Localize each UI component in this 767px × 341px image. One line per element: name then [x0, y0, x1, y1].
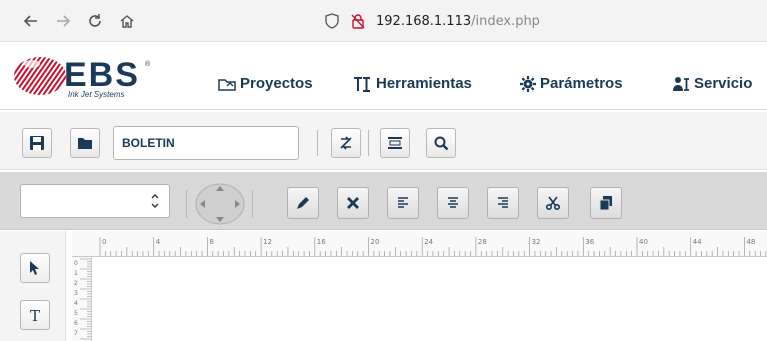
ruler-label: 4 — [156, 238, 161, 246]
arrow-left-icon — [23, 15, 37, 27]
svg-text:T: T — [30, 307, 40, 323]
ruler-label: 28 — [478, 238, 487, 246]
address-bar[interactable]: 192.168.1.113/index.php — [322, 6, 767, 36]
ruler-label: 2 — [74, 280, 78, 287]
ruler-label: 48 — [746, 238, 755, 246]
reload-icon — [89, 14, 101, 27]
svg-text:®: ® — [145, 60, 151, 68]
svg-text:EBS: EBS — [64, 56, 140, 94]
align-left-button[interactable] — [387, 187, 419, 219]
reload-button[interactable] — [82, 8, 108, 34]
toolbar-divider — [252, 190, 253, 218]
edit-pen-button[interactable] — [287, 187, 319, 219]
home-icon — [120, 15, 134, 28]
print-area-icon — [388, 137, 402, 149]
zoom-button[interactable] — [426, 128, 456, 158]
ruler-label: 0 — [74, 260, 78, 267]
project-name-value: BOLETIN — [122, 136, 175, 150]
text-icon: T — [30, 307, 40, 323]
horizontal-ruler: 0 4 8 12 16 20 24 28 32 36 40 44 48 — [72, 231, 767, 257]
print-area-button[interactable] — [380, 128, 410, 158]
ruler-label: 4 — [74, 300, 78, 307]
tools-icon — [352, 76, 372, 92]
open-folder-button[interactable] — [70, 128, 100, 158]
svg-text:Ink Jet Systems: Ink Jet Systems — [68, 90, 124, 99]
copy-icon — [599, 196, 612, 211]
ruler-label: 40 — [639, 238, 648, 246]
toolbar-divider — [186, 190, 187, 218]
text-tool-button[interactable]: T — [20, 300, 50, 330]
ruler-label: 12 — [263, 238, 272, 246]
gear-icon — [520, 75, 536, 92]
menu-proyectos[interactable]: Proyectos — [218, 75, 313, 92]
save-icon — [30, 136, 44, 150]
align-center-icon — [448, 197, 458, 208]
font-select[interactable] — [20, 184, 170, 218]
cursor-icon — [30, 261, 39, 275]
align-right-button[interactable] — [487, 187, 519, 219]
move-pad[interactable] — [194, 182, 246, 226]
forward-button[interactable] — [50, 8, 76, 34]
align-right-icon — [498, 197, 508, 208]
ruler-label: 44 — [693, 238, 702, 246]
ebs-logo[interactable]: EBS ® Ink Jet Systems — [10, 50, 180, 104]
menu-herramientas-label: Herramientas — [376, 75, 472, 92]
url-host: 192.168.1.113 — [376, 13, 472, 29]
home-button[interactable] — [114, 8, 140, 34]
ruler-label: 3 — [74, 290, 78, 297]
ruler-label: 7 — [74, 330, 78, 337]
menu-servicio-label: Servicio — [694, 75, 753, 92]
toolbar-divider — [317, 130, 318, 156]
toolbar-divider — [368, 130, 369, 156]
menu-proyectos-label: Proyectos — [240, 75, 313, 92]
select-arrows-icon — [151, 191, 159, 212]
sync-icon — [340, 136, 352, 150]
ruler-label: 6 — [74, 320, 78, 327]
folder-icon — [78, 138, 92, 149]
align-left-icon — [398, 197, 408, 208]
ruler-label: 8 — [209, 238, 213, 246]
ruler-label: 36 — [585, 238, 594, 246]
ruler-label: 5 — [74, 310, 78, 317]
menu-parametros[interactable]: Parámetros — [520, 75, 623, 92]
vertical-ruler: 0 1 2 3 4 5 6 7 — [72, 257, 92, 341]
project-name-field[interactable]: BOLETIN — [113, 126, 299, 160]
projects-icon — [218, 76, 236, 92]
browser-toolbar: 192.168.1.113/index.php — [0, 0, 767, 42]
service-icon — [672, 76, 690, 92]
arrow-right-icon — [57, 15, 71, 27]
close-icon — [347, 197, 359, 209]
transfer-button[interactable] — [331, 128, 361, 158]
menu-parametros-label: Parámetros — [540, 75, 623, 92]
menu-servicio[interactable]: Servicio — [672, 75, 752, 92]
save-button[interactable] — [22, 128, 52, 158]
ruler-label: 1 — [74, 270, 78, 277]
ruler-label: 20 — [371, 238, 380, 246]
align-center-button[interactable] — [437, 187, 469, 219]
insecure-lock-icon[interactable] — [348, 11, 368, 31]
ruler-label: 32 — [532, 238, 541, 246]
url-path: /index.php — [471, 13, 540, 29]
scissors-icon — [545, 196, 561, 211]
copy-button[interactable] — [590, 187, 622, 219]
delete-button[interactable] — [337, 187, 369, 219]
cut-button[interactable] — [537, 187, 569, 219]
menu-herramientas[interactable]: Herramientas — [352, 75, 472, 92]
ruler-label: 16 — [317, 238, 326, 246]
app-header: EBS ® Ink Jet Systems Proyectos Herramie… — [0, 42, 767, 110]
back-button[interactable] — [18, 8, 44, 34]
ruler-label: 0 — [102, 238, 106, 246]
shield-icon[interactable] — [322, 11, 342, 31]
ruler-label: 24 — [424, 238, 433, 246]
search-icon — [434, 136, 449, 151]
select-tool-button[interactable] — [20, 253, 50, 283]
design-canvas[interactable] — [92, 257, 767, 341]
pencil-icon — [297, 197, 309, 209]
